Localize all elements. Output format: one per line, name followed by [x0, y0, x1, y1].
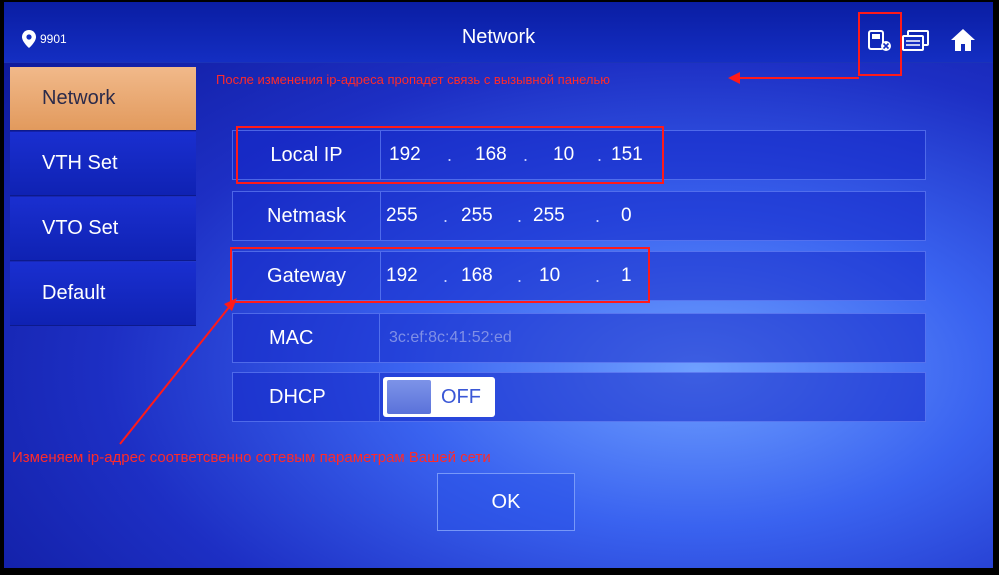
icon-highlight-box [858, 12, 902, 76]
dhcp-label: DHCP [233, 373, 380, 421]
ok-button[interactable]: OK [437, 473, 575, 531]
netmask-label: Netmask [233, 192, 381, 240]
sidebar-item-vto-set[interactable]: VTO Set [10, 197, 196, 261]
sidebar: Network VTH Set VTO Set Default [10, 67, 196, 327]
sidebar-item-network[interactable]: Network [10, 67, 196, 131]
annotation-arrow-bottom [119, 298, 237, 445]
toggle-knob [387, 380, 431, 414]
netmask-octet-1[interactable]: 255 [386, 192, 418, 240]
page-title: Network [461, 26, 536, 48]
netmask-octet-3[interactable]: 255 [533, 192, 565, 240]
sidebar-item-label: Default [42, 282, 106, 304]
netmask-octet-4[interactable]: 0 [621, 192, 632, 240]
dhcp-toggle[interactable]: OFF [383, 377, 495, 417]
screen: 9901 Network После изменения ip-адреса п… [4, 2, 993, 568]
sidebar-item-label: Network [42, 87, 116, 109]
home-icon[interactable] [950, 28, 976, 57]
mac-label: MAC [233, 314, 380, 362]
sidebar-item-label: VTO Set [42, 217, 119, 239]
sidebar-item-label: VTH Set [42, 152, 118, 174]
top-annotation: После изменения ip-адреса пропадет связь… [216, 72, 611, 87]
dhcp-row: DHCP OFF [232, 372, 926, 422]
mac-row: MAC 3c:ef:8c:41:52:ed [232, 313, 926, 363]
annotation-arrow-top [728, 72, 859, 84]
sidebar-item-vth-set[interactable]: VTH Set [10, 132, 196, 196]
netmask-octet-2[interactable]: 255 [461, 192, 493, 240]
gateway-highlight-box [230, 247, 650, 303]
ip-separator: . [517, 206, 523, 226]
ip-separator: . [595, 206, 601, 226]
bottom-annotation: Изменяем ip-адрес соответсвенно сотевым … [12, 449, 491, 466]
ip-separator: . [443, 206, 449, 226]
netmask-row: Netmask 255 . 255 . 255 . 0 [232, 191, 926, 241]
mac-value: 3c:ef:8c:41:52:ed [389, 329, 512, 346]
dhcp-state: OFF [441, 385, 481, 408]
top-bar: 9901 Network [4, 2, 993, 63]
local-ip-highlight-box [236, 126, 664, 184]
monitor-icon[interactable] [902, 30, 930, 57]
